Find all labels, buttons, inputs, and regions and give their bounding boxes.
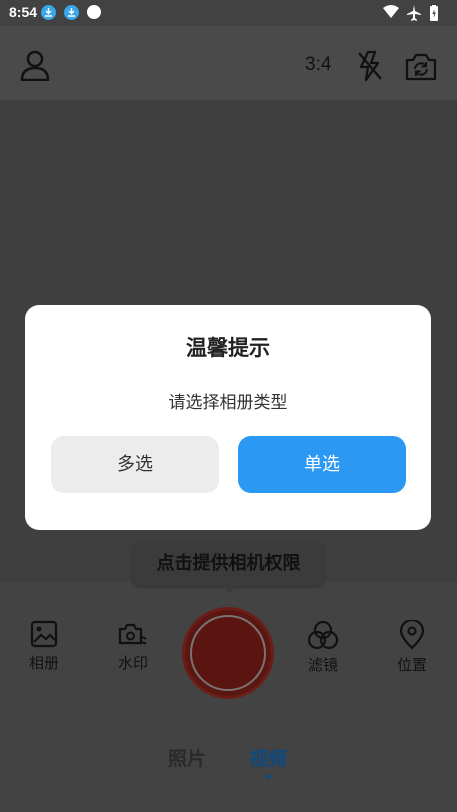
shutter-button[interactable]	[182, 607, 274, 699]
tooltip-arrow	[221, 585, 237, 594]
tool-watermark[interactable]: 水印	[103, 620, 163, 673]
tool-watermark-label: 水印	[117, 654, 148, 672]
camera-bottom-panel: 相册 水印 滤镜 位置 照片 视频	[0, 582, 457, 812]
tool-filter-label: 滤镜	[307, 656, 338, 674]
mode-video-tab[interactable]: 视频	[249, 744, 287, 771]
tool-location[interactable]: 位置	[382, 620, 442, 675]
person-icon[interactable]	[19, 49, 51, 85]
aspect-ratio-button[interactable]: 3:4	[305, 54, 331, 76]
status-bar: 8:54	[0, 0, 457, 26]
mode-photo-tab[interactable]: 照片	[168, 744, 206, 771]
camera-top-bar: 3:4	[0, 26, 457, 100]
dialog-title: 温馨提示	[186, 336, 270, 360]
status-time: 8:54	[9, 4, 38, 20]
camera-switch-icon[interactable]	[404, 52, 438, 86]
download-icon	[64, 5, 79, 20]
gallery-icon	[30, 620, 58, 648]
dot-icon	[87, 5, 101, 19]
battery-icon	[430, 5, 438, 21]
camera-permission-tooltip[interactable]: 点击提供相机权限	[133, 542, 324, 586]
tool-gallery-label: 相册	[28, 654, 59, 672]
wifi-icon	[383, 5, 399, 18]
tool-filter[interactable]: 滤镜	[293, 620, 353, 675]
filter-icon	[307, 620, 339, 650]
flash-off-icon[interactable]	[356, 50, 384, 86]
status-icons	[377, 3, 457, 23]
mode-selected-indicator	[266, 774, 271, 779]
album-type-dialog: 温馨提示 请选择相册类型 多选 单选	[25, 305, 431, 530]
shutter-inner	[190, 615, 266, 691]
download-icon	[41, 5, 56, 20]
tool-gallery[interactable]: 相册	[14, 620, 74, 673]
multi-select-button[interactable]: 多选	[51, 436, 219, 493]
airplane-icon	[407, 5, 421, 21]
tool-location-label: 位置	[396, 656, 427, 674]
watermark-icon	[118, 623, 147, 645]
dialog-message: 请选择相册类型	[168, 393, 288, 413]
location-icon	[399, 620, 425, 650]
single-select-button[interactable]: 单选	[238, 436, 406, 493]
